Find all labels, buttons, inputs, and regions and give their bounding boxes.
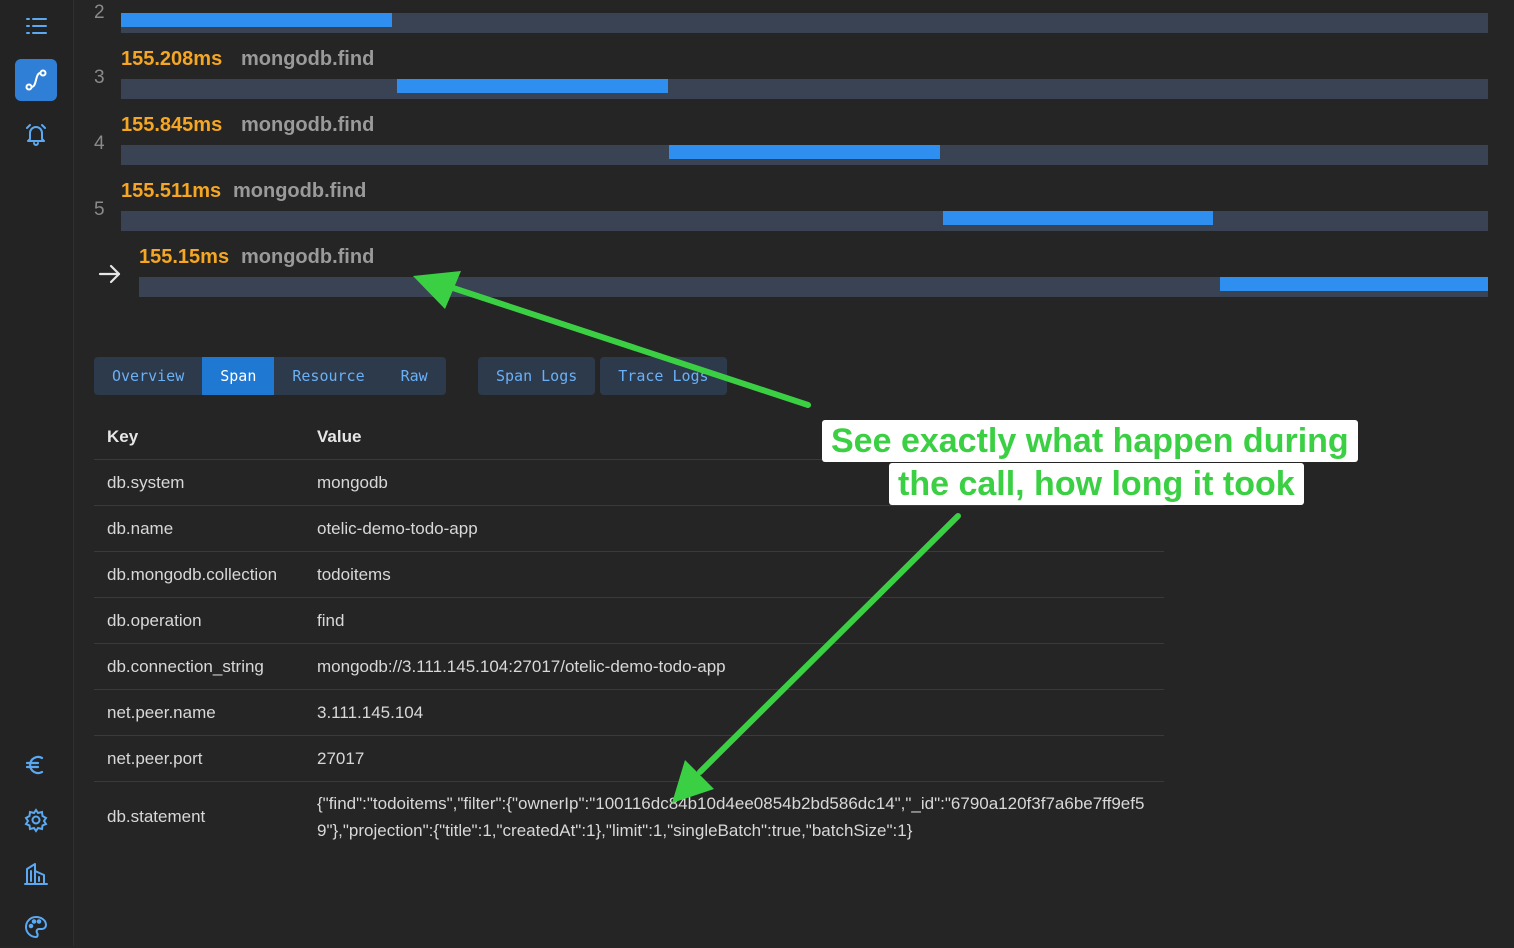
callout-line-2: the call, how long it took: [889, 463, 1304, 505]
arrow-to-span: [447, 284, 811, 408]
callout-line-1: See exactly what happen during: [822, 420, 1358, 462]
arrow-to-statement: [697, 513, 961, 775]
